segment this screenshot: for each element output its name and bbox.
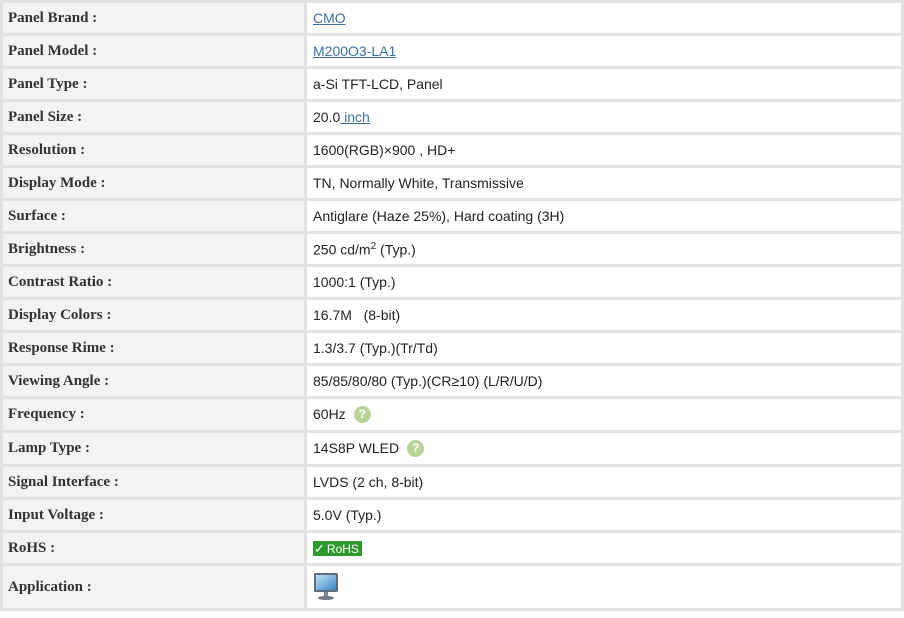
spec-row-panel-model: Panel Model : M200O3-LA1 [3, 36, 901, 66]
spec-label: Display Mode : [3, 168, 304, 198]
spec-label: RoHS : [3, 533, 304, 563]
help-icon[interactable]: ? [353, 406, 371, 424]
spec-value-cell: CMO [307, 3, 901, 33]
monitor-icon [313, 571, 339, 604]
spec-row-signal-interface: Signal Interface : LVDS (2 ch, 8-bit) [3, 467, 901, 497]
spec-value-cell: 14S8P WLED? [307, 433, 901, 464]
rohs-badge-label: RoHS [326, 541, 359, 556]
spec-value: 1600(RGB)×900 , HD+ [307, 135, 901, 165]
spec-label: Brightness : [3, 234, 304, 264]
spec-label: Frequency : [3, 399, 304, 430]
spec-value-cell: 20.0 inch [307, 102, 901, 132]
spec-row-display-colors: Display Colors : 16.7M (8-bit) [3, 300, 901, 330]
spec-label: Surface : [3, 201, 304, 231]
spec-row-panel-brand: Panel Brand : CMO [3, 3, 901, 33]
panel-model-link[interactable]: M200O3-LA1 [313, 43, 396, 59]
panel-spec-table: Panel Brand : CMO Panel Model : M200O3-L… [0, 0, 904, 611]
spec-row-brightness: Brightness : 250 cd/m2 (Typ.) [3, 234, 901, 264]
spec-label: Signal Interface : [3, 467, 304, 497]
brightness-unit: cd/m [336, 241, 371, 258]
spec-value: TN, Normally White, Transmissive [307, 168, 901, 198]
spec-value: Antiglare (Haze 25%), Hard coating (3H) [307, 201, 901, 231]
spec-value: 16.7M (8-bit) [307, 300, 901, 330]
spec-label: Response Rime : [3, 333, 304, 363]
spec-row-contrast-ratio: Contrast Ratio : 1000:1 (Typ.) [3, 267, 901, 297]
frequency-value: 60Hz [313, 405, 346, 422]
spec-label: Contrast Ratio : [3, 267, 304, 297]
spec-value: 5.0V (Typ.) [307, 500, 901, 530]
spec-row-viewing-angle: Viewing Angle : 85/85/80/80 (Typ.)(CR≥10… [3, 366, 901, 396]
spec-row-display-mode: Display Mode : TN, Normally White, Trans… [3, 168, 901, 198]
spec-row-surface: Surface : Antiglare (Haze 25%), Hard coa… [3, 201, 901, 231]
spec-label: Panel Brand : [3, 3, 304, 33]
spec-value: LVDS (2 ch, 8-bit) [307, 467, 901, 497]
spec-value-cell: 250 cd/m2 (Typ.) [307, 234, 901, 264]
spec-value: a-Si TFT-LCD, Panel [307, 69, 901, 99]
spec-label: Panel Size : [3, 102, 304, 132]
spec-value-cell [307, 566, 901, 608]
inch-unit-link[interactable]: inch [340, 109, 370, 125]
spec-row-resolution: Resolution : 1600(RGB)×900 , HD+ [3, 135, 901, 165]
spec-label: Display Colors : [3, 300, 304, 330]
lamp-type-value: 14S8P WLED [313, 439, 400, 456]
spec-value: 1.3/3.7 (Typ.)(Tr/Td) [307, 333, 901, 363]
spec-value-cell: M200O3-LA1 [307, 36, 901, 66]
spec-value-cell: 60Hz? [307, 399, 901, 430]
panel-size-value: 20.0 [313, 109, 341, 125]
spec-label: Application : [3, 566, 304, 608]
check-icon: ✓ [314, 540, 325, 556]
spec-label: Resolution : [3, 135, 304, 165]
spec-value: 1000:1 (Typ.) [307, 267, 901, 297]
spec-label: Panel Model : [3, 36, 304, 66]
brightness-suffix: (Typ.) [376, 241, 416, 258]
spec-label: Viewing Angle : [3, 366, 304, 396]
spec-label: Panel Type : [3, 69, 304, 99]
spec-label: Input Voltage : [3, 500, 304, 530]
spec-row-panel-size: Panel Size : 20.0 inch [3, 102, 901, 132]
spec-row-panel-type: Panel Type : a-Si TFT-LCD, Panel [3, 69, 901, 99]
spec-row-frequency: Frequency : 60Hz? [3, 399, 901, 430]
spec-label: Lamp Type : [3, 433, 304, 464]
spec-value: 85/85/80/80 (Typ.)(CR≥10) (L/R/U/D) [307, 366, 901, 396]
spec-row-rohs: RoHS : ✓ RoHS [3, 533, 901, 563]
spec-row-response-time: Response Rime : 1.3/3.7 (Typ.)(Tr/Td) [3, 333, 901, 363]
spec-value-cell: ✓ RoHS [307, 533, 901, 563]
rohs-badge: ✓ RoHS [313, 540, 362, 557]
spec-row-lamp-type: Lamp Type : 14S8P WLED? [3, 433, 901, 464]
spec-row-application: Application : [3, 566, 901, 608]
help-icon[interactable]: ? [407, 440, 425, 458]
spec-row-input-voltage: Input Voltage : 5.0V (Typ.) [3, 500, 901, 530]
brightness-value: 250 [313, 241, 337, 258]
panel-brand-link[interactable]: CMO [313, 10, 346, 26]
